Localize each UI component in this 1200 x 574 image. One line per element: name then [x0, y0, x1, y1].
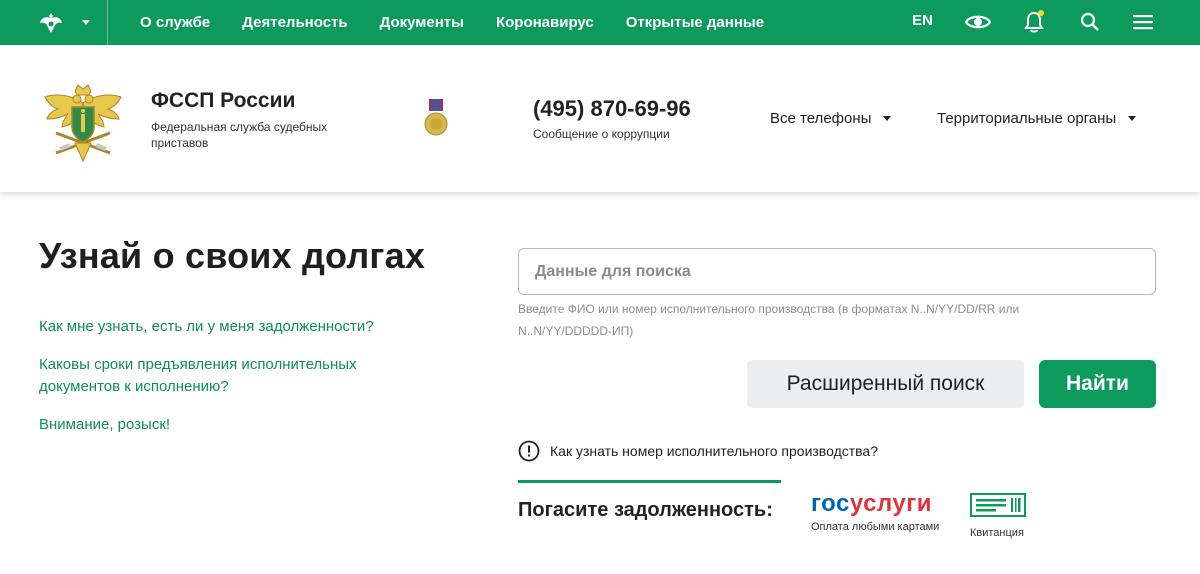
search-input[interactable]: [518, 248, 1156, 295]
nav-item-about[interactable]: О службе: [140, 14, 210, 31]
receipt-caption: Квитанция: [970, 527, 1024, 539]
gosuslugi-logo: госуслуги: [811, 490, 932, 517]
search-icon[interactable]: [1077, 9, 1103, 35]
site-switcher[interactable]: [0, 0, 108, 45]
receipt-icon: [970, 493, 1026, 517]
pay-divider: [518, 480, 781, 483]
nav-item-documents[interactable]: Документы: [380, 14, 464, 31]
nav-item-activity[interactable]: Деятельность: [242, 14, 347, 31]
case-number-help-label: Как узнать номер исполнительного произво…: [550, 443, 879, 459]
top-bar: О службе Деятельность Документы Коронави…: [0, 0, 1200, 45]
all-phones-label: Все телефоны: [770, 110, 872, 127]
medal-icon: [424, 98, 448, 143]
fssp-emblem-logo[interactable]: [42, 81, 124, 170]
territorial-label: Территориальные органы: [937, 110, 1117, 127]
chevron-down-icon: [82, 20, 90, 25]
org-name[interactable]: ФССП России: [151, 89, 295, 113]
site-header: ФССП России Федеральная служба судебных …: [0, 45, 1200, 192]
hotline-caption: Сообщение о коррупции: [533, 127, 670, 141]
receipt-link[interactable]: Квитанция: [970, 493, 1026, 539]
nav-item-open-data[interactable]: Открытые данные: [626, 14, 764, 31]
wanted-link[interactable]: Внимание, розыск!: [39, 414, 170, 436]
all-phones-dropdown[interactable]: Все телефоны: [770, 110, 892, 127]
nav-item-coronavirus[interactable]: Коронавирус: [496, 14, 594, 31]
search-hint: Введите ФИО или номер исполнительного пр…: [518, 302, 1020, 338]
page-title: Узнай о своих долгах: [39, 235, 426, 276]
case-number-help-link[interactable]: Как узнать номер исполнительного произво…: [518, 440, 878, 462]
hotline-phone[interactable]: (495) 870-69-96: [533, 96, 691, 122]
bell-icon[interactable]: [1021, 9, 1047, 35]
org-subtitle: Федеральная служба судебных приставов: [151, 120, 328, 150]
faq-link-deadlines[interactable]: Каковы сроки предъявления исполнительных…: [39, 354, 379, 398]
menu-icon[interactable]: [1130, 9, 1156, 35]
chevron-down-icon: [1128, 116, 1137, 121]
territorial-dropdown[interactable]: Территориальные органы: [937, 110, 1137, 127]
chevron-down-icon: [883, 116, 892, 121]
info-icon: [518, 440, 540, 462]
emblem-small-icon: [40, 12, 62, 33]
gosuslugi-payment-link[interactable]: госуслуги Оплата любыми картами: [811, 490, 940, 534]
visibility-icon[interactable]: [965, 9, 991, 35]
advanced-search-button[interactable]: Расширенный поиск: [747, 360, 1024, 408]
gosuslugi-caption: Оплата любыми картами: [811, 521, 940, 533]
faq-link-debts[interactable]: Как мне узнать, есть ли у меня задолженн…: [39, 316, 374, 338]
language-switch[interactable]: EN: [912, 12, 933, 29]
pay-debt-label: Погасите задолженность:: [518, 499, 773, 521]
find-button[interactable]: Найти: [1039, 360, 1156, 408]
main-nav: О службе Деятельность Документы Коронави…: [140, 14, 796, 31]
